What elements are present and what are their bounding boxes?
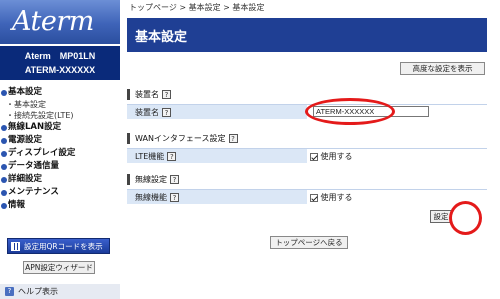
help-label: ヘルプ表示 xyxy=(18,287,58,296)
row-label: LTE機能? xyxy=(135,151,177,162)
qr-button-label: 設定用QRコードを表示 xyxy=(24,242,103,251)
sidebar-nav: 基本設定 ・基本設定 ・接続先設定(LTE) 無線LAN設定 電源設定 ディスプ… xyxy=(0,86,120,212)
breadcrumb: トップページ > 基本設定 > 基本設定 xyxy=(129,3,265,12)
help-question-icon[interactable]: ? xyxy=(167,152,177,161)
section-wan: WANインタフェース設定? xyxy=(127,132,487,145)
page-title-bar: 基本設定 xyxy=(127,18,487,52)
checkbox-label: 使用する xyxy=(320,193,353,202)
bullet-icon xyxy=(1,203,7,209)
sidebar: Aterm Aterm MP01LN ATERM-XXXXXX 基本設定 ・基本… xyxy=(0,0,120,299)
nav-power[interactable]: 電源設定 xyxy=(0,134,120,147)
bullet-icon xyxy=(1,151,7,157)
bullet-icon xyxy=(1,177,7,183)
nav-info[interactable]: 情報 xyxy=(0,199,120,212)
section-marker xyxy=(127,89,130,100)
device-name-row: 装置名? ATERM-XXXXXX xyxy=(127,104,487,119)
checkbox-label: 使用する xyxy=(320,152,353,161)
model-name: Aterm MP01LN xyxy=(24,51,96,61)
nav-wireless-lan[interactable]: 無線LAN設定 xyxy=(0,121,120,134)
section-title: 装置名 xyxy=(135,90,159,99)
lte-enable-checkbox-wrap: 使用する xyxy=(310,151,353,162)
help-question-icon[interactable]: ? xyxy=(170,175,179,184)
help-question-icon[interactable]: ? xyxy=(170,193,179,202)
nav-maintenance[interactable]: メンテナンス xyxy=(0,186,120,199)
section-marker xyxy=(127,133,130,144)
bullet-icon xyxy=(1,138,7,144)
wireless-enable-checkbox-wrap: 使用する xyxy=(310,192,353,203)
apply-settings-button[interactable]: 設定 xyxy=(430,210,452,223)
nav-data-usage[interactable]: データ通信量 xyxy=(0,160,120,173)
show-qr-code-button[interactable]: 設定用QRコードを表示 xyxy=(7,238,110,254)
bullet-icon xyxy=(1,90,7,96)
nav-basic-settings[interactable]: 基本設定 xyxy=(0,86,120,99)
model-info: Aterm MP01LN ATERM-XXXXXX xyxy=(0,46,120,80)
section-title: WANインタフェース設定 xyxy=(135,134,226,143)
lte-function-row: LTE機能? 使用する xyxy=(127,148,487,163)
section-device-name: 装置名? xyxy=(127,88,487,101)
main-content: トップページ > 基本設定 > 基本設定 基本設定 高度な設定を表示 装置名? … xyxy=(127,0,500,299)
wireless-enable-checkbox[interactable] xyxy=(310,193,318,202)
bullet-icon xyxy=(1,125,7,131)
help-question-icon[interactable]: ? xyxy=(162,108,171,117)
page-title: 基本設定 xyxy=(135,30,188,45)
help-question-icon[interactable]: ? xyxy=(162,90,171,99)
apn-wizard-button[interactable]: APN設定ウィザード xyxy=(23,261,95,274)
nav-sub-basic-settings[interactable]: ・基本設定 xyxy=(0,99,120,110)
nav-advanced[interactable]: 詳細設定 xyxy=(0,173,120,186)
aterm-logo: Aterm xyxy=(12,6,94,37)
back-to-top-button[interactable]: トップページへ戻る xyxy=(270,236,348,249)
device-name-input[interactable]: ATERM-XXXXXX xyxy=(313,106,429,117)
device-id: ATERM-XXXXXX xyxy=(24,65,96,75)
qr-code-icon xyxy=(11,242,20,251)
bullet-icon xyxy=(1,164,7,170)
help-icon: ? xyxy=(5,287,14,296)
help-toggle[interactable]: ? ヘルプ表示 xyxy=(0,284,120,299)
section-title: 無線設定 xyxy=(135,175,167,184)
bullet-icon xyxy=(1,190,7,196)
section-wireless: 無線設定? xyxy=(127,173,487,186)
show-advanced-button[interactable]: 高度な設定を表示 xyxy=(400,62,485,75)
nav-sub-connection-lte[interactable]: ・接続先設定(LTE) xyxy=(0,110,120,121)
lte-enable-checkbox[interactable] xyxy=(310,152,318,161)
logo-area: Aterm xyxy=(0,0,120,44)
wireless-function-row: 無線機能? 使用する xyxy=(127,189,487,204)
row-label: 無線機能? xyxy=(135,192,179,203)
nav-display[interactable]: ディスプレイ設定 xyxy=(0,147,120,160)
help-question-icon[interactable]: ? xyxy=(228,134,238,143)
section-marker xyxy=(127,174,130,185)
highlight-set-button xyxy=(449,201,482,235)
row-label: 装置名? xyxy=(135,107,171,118)
